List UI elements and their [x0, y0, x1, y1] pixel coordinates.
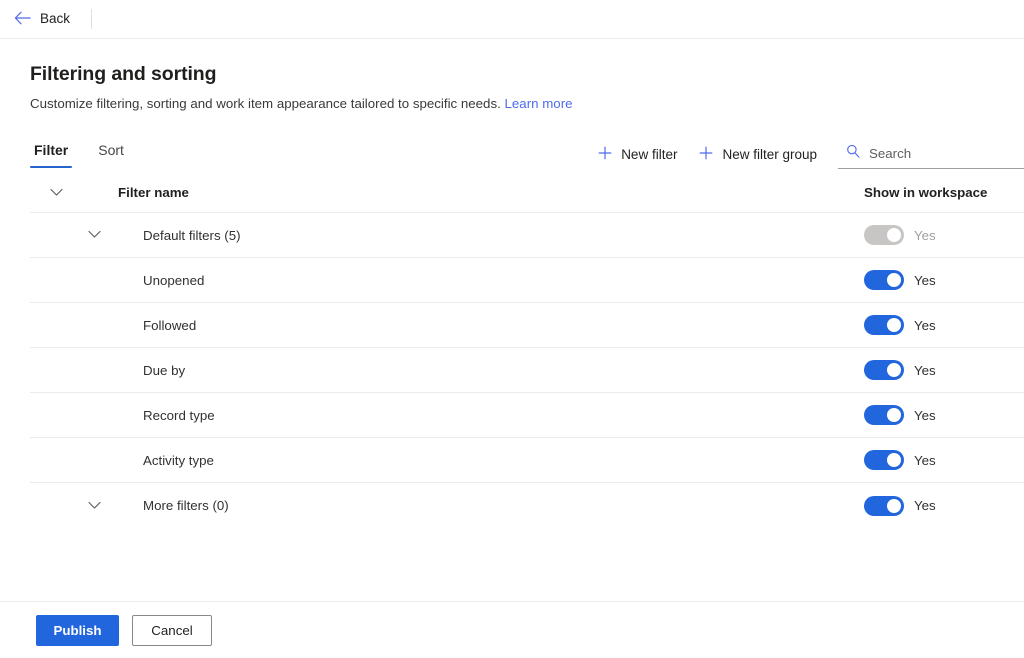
arrow-left-icon	[14, 11, 31, 28]
page-header: Filtering and sorting Customize filterin…	[0, 39, 1024, 112]
show-in-workspace-toggle[interactable]	[864, 450, 904, 471]
toggle-state-label: Yes	[914, 407, 936, 423]
row-toggle-cell: Yes	[864, 360, 1024, 381]
toggle-state-label: Yes	[914, 362, 936, 378]
search-input[interactable]	[869, 146, 1022, 162]
publish-button[interactable]: Publish	[36, 614, 119, 646]
toggle-state-label: Yes	[914, 227, 936, 243]
table-row[interactable]: Default filters (5) Yes	[30, 213, 1024, 259]
plus-icon	[699, 146, 713, 163]
show-in-workspace-toggle[interactable]	[864, 315, 904, 336]
command-bar: New filter New filter group	[587, 138, 1024, 170]
column-header-show-in-workspace[interactable]: Show in workspace	[864, 185, 1024, 200]
row-label: More filters (0)	[143, 498, 229, 514]
tab-list: Filter Sort	[30, 138, 128, 169]
new-filter-label: New filter	[621, 147, 678, 163]
top-bar: Back	[0, 0, 1024, 39]
search-icon	[846, 144, 860, 163]
table-row[interactable]: Followed Yes	[30, 303, 1024, 349]
learn-more-link[interactable]: Learn more	[505, 96, 573, 111]
column-header-filter-name[interactable]: Filter name	[83, 185, 864, 200]
cancel-button[interactable]: Cancel	[132, 614, 212, 646]
search-box[interactable]	[838, 140, 1024, 170]
plus-icon	[598, 146, 612, 163]
filters-table: Filter name Show in workspace Default fi…	[0, 181, 1024, 528]
row-toggle-cell: Yes	[864, 450, 1024, 471]
toggle-state-label: Yes	[914, 317, 936, 333]
tab-sort[interactable]: Sort	[94, 138, 128, 168]
show-in-workspace-toggle[interactable]	[864, 360, 904, 381]
row-label: Default filters (5)	[143, 227, 241, 243]
back-button[interactable]: Back	[10, 8, 74, 31]
row-toggle-cell: Yes	[864, 405, 1024, 426]
chevron-down-icon[interactable]	[88, 226, 101, 244]
show-in-workspace-toggle[interactable]	[864, 405, 904, 426]
toggle-state-label: Yes	[914, 452, 936, 468]
row-label: Unopened	[143, 272, 205, 288]
row-label: Due by	[143, 362, 186, 378]
row-label: Followed	[143, 317, 197, 333]
table-row[interactable]: Record type Yes	[30, 393, 1024, 439]
row-toggle-cell: Yes	[864, 315, 1024, 336]
page-subtitle: Customize filtering, sorting and work it…	[30, 95, 994, 112]
toggle-state-label: Yes	[914, 498, 936, 514]
table-row[interactable]: Activity type Yes	[30, 438, 1024, 484]
command-row: Filter Sort New filter New filter group	[0, 138, 1024, 170]
new-filter-button[interactable]: New filter	[587, 140, 688, 169]
table-header: Filter name Show in workspace	[30, 181, 1024, 214]
row-expand-cell[interactable]	[30, 497, 113, 515]
expand-all-cell[interactable]	[30, 184, 83, 202]
page-title: Filtering and sorting	[30, 63, 217, 85]
table-row[interactable]: Unopened Yes	[30, 258, 1024, 304]
toggle-state-label: Yes	[914, 272, 936, 288]
row-expand-cell[interactable]	[30, 226, 113, 244]
page-subtitle-text: Customize filtering, sorting and work it…	[30, 96, 501, 111]
table-row[interactable]: Due by Yes	[30, 348, 1024, 394]
footer-action-bar: Publish Cancel	[0, 601, 1024, 658]
show-in-workspace-toggle[interactable]	[864, 495, 904, 516]
new-filter-group-button[interactable]: New filter group	[688, 140, 828, 169]
row-label: Record type	[143, 407, 215, 423]
chevron-down-icon[interactable]	[88, 497, 101, 515]
row-label: Activity type	[143, 452, 214, 468]
row-toggle-cell: Yes	[864, 270, 1024, 291]
chevron-down-icon[interactable]	[50, 184, 63, 202]
tab-filter[interactable]: Filter	[30, 138, 73, 169]
row-toggle-cell: Yes	[864, 225, 1024, 246]
new-filter-group-label: New filter group	[722, 147, 817, 163]
show-in-workspace-toggle[interactable]	[864, 270, 904, 291]
toolbar-divider	[91, 9, 93, 29]
show-in-workspace-toggle	[864, 225, 904, 246]
table-row[interactable]: More filters (0) Yes	[30, 483, 1024, 528]
row-toggle-cell: Yes	[864, 495, 1024, 516]
back-label: Back	[40, 11, 71, 27]
